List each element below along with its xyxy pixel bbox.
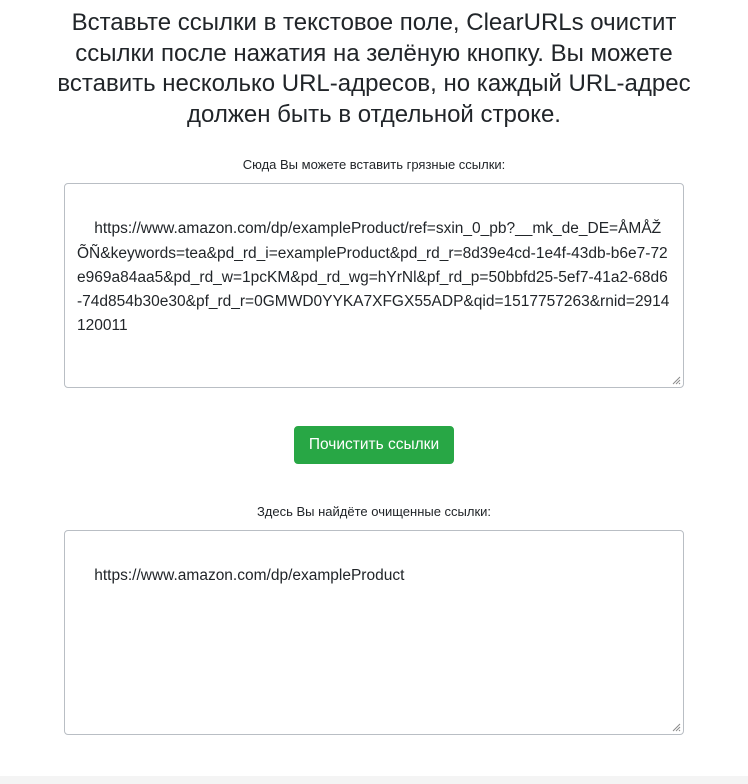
page-bottom-divider xyxy=(0,776,748,784)
dirty-links-textarea[interactable]: https://www.amazon.com/dp/exampleProduct… xyxy=(64,183,684,388)
clearurls-cleaning-tool: Вставьте ссылки в текстовое поле, ClearU… xyxy=(0,0,748,784)
resize-grip-icon[interactable] xyxy=(671,722,681,732)
instructions-text: Вставьте ссылки в текстовое поле, ClearU… xyxy=(57,9,691,128)
clean-links-label: Здесь Вы найдёте очищенные ссылки: xyxy=(256,504,492,519)
clean-links-text: https://www.amazon.com/dp/exampleProduct xyxy=(94,567,405,585)
clean-links-textarea[interactable]: https://www.amazon.com/dp/exampleProduct xyxy=(64,530,684,735)
clean-links-button[interactable]: Почистить ссылки xyxy=(294,426,454,464)
dirty-links-text: https://www.amazon.com/dp/exampleProduct… xyxy=(77,220,670,335)
dirty-links-label: Сюда Вы можете вставить грязные ссылки: xyxy=(242,157,506,172)
resize-grip-icon[interactable] xyxy=(671,375,681,385)
